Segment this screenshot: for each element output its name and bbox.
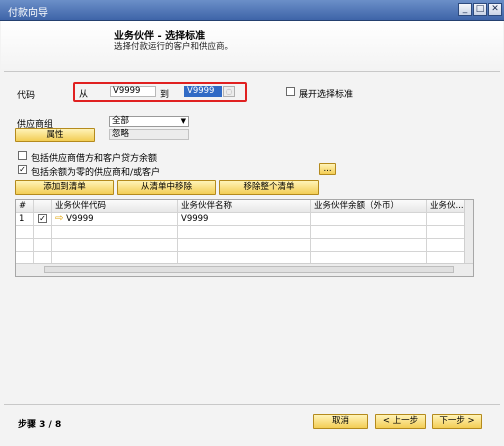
code-from-input[interactable]: V9999 [110,86,156,97]
include-zero-checkbox[interactable]: ✓ [18,165,27,174]
vendor-group-value: 全部 [112,116,130,126]
page-subtitle: 选择付款运行的客户和供应商。 [114,42,234,52]
wizard-header: 业务伙伴 - 选择标准 选择付款运行的客户和供应商。 [1,21,503,71]
code-to-input[interactable]: V9999 [184,86,222,97]
empty-row-cell [16,239,34,252]
maximize-button[interactable]: □ [473,3,487,16]
empty-row-cell [178,239,311,252]
step-indicator: 步骤 3 / 8 [18,420,62,430]
column-header-num[interactable]: # [16,200,34,213]
empty-row-cell [34,226,52,239]
include-debit-checkbox[interactable] [18,151,27,160]
empty-row-cell [16,226,34,239]
to-label: 到 [160,90,170,100]
expand-criteria-label: 展开选择标准 [299,90,354,100]
remove-from-list-button[interactable]: 从清单中移除 [117,180,216,195]
empty-row-cell [311,239,427,252]
row-bp-name: V9999 [178,213,311,226]
title-bar: 付款向导 _ □ ✕ [0,0,504,21]
row-bp-code: V9999 [66,214,94,224]
row-select-cell[interactable]: ✓ [34,213,52,226]
row-number: 1 [16,213,34,226]
empty-row-cell [178,226,311,239]
grid-horizontal-scrollbar[interactable] [16,263,473,276]
choose-from-list-icon[interactable]: ◌ [223,86,235,97]
empty-row-cell [34,239,52,252]
add-to-list-button[interactable]: 添加到清单 [15,180,114,195]
empty-row-cell [427,239,465,252]
next-step-button[interactable]: 下一步 > [432,414,482,429]
empty-row-cell [427,226,465,239]
business-partner-grid: # 业务伙伴代码 业务伙伴名称 业务伙伴余额（外币） 业务伙... 1 ✓ ⇨ … [15,199,474,277]
column-header-bp-balance[interactable]: 业务伙伴余额（外币） [311,200,427,213]
empty-row-cell [311,226,427,239]
empty-row-cell [52,239,178,252]
minimize-button[interactable]: _ [458,3,472,16]
column-header-bp-name[interactable]: 业务伙伴名称 [178,200,311,213]
footer-divider [4,404,500,405]
include-debit-label: 包括供应商借方和客户贷方余额 [31,154,158,164]
column-header-bp-code[interactable]: 业务伙伴代码 [52,200,178,213]
row-select-checkbox[interactable]: ✓ [38,214,47,223]
close-button[interactable]: ✕ [488,3,502,16]
row-bp-extra [427,213,465,226]
header-divider [4,71,500,72]
row-bp-code-cell[interactable]: ⇨ V9999 [52,213,178,226]
column-header-select[interactable] [34,200,52,213]
properties-button[interactable]: 属性 [15,128,95,142]
grid-vertical-scrollbar[interactable] [464,200,473,264]
remove-all-button[interactable]: 移除整个清单 [219,180,319,195]
link-arrow-icon[interactable]: ⇨ [55,213,63,224]
more-options-button[interactable]: ... [319,163,336,175]
window-title: 付款向导 [8,8,48,19]
vendor-group-select[interactable]: 全部 ▼ [109,116,189,127]
code-label: 代码 [17,91,36,101]
empty-row-cell [52,226,178,239]
include-zero-label: 包括余额为零的供应商和/或客户 [31,168,161,178]
cancel-button[interactable]: 取消 [313,414,368,429]
previous-step-button[interactable]: < 上一步 [375,414,426,429]
properties-value: 忽略 [109,129,189,140]
column-header-bp-extra[interactable]: 业务伙... [427,200,465,213]
expand-criteria-checkbox[interactable] [286,87,295,96]
grid-horizontal-scroll-thumb[interactable] [44,266,454,273]
from-label: 从 [79,90,89,100]
row-bp-balance [311,213,427,226]
chevron-down-icon: ▼ [180,117,186,125]
